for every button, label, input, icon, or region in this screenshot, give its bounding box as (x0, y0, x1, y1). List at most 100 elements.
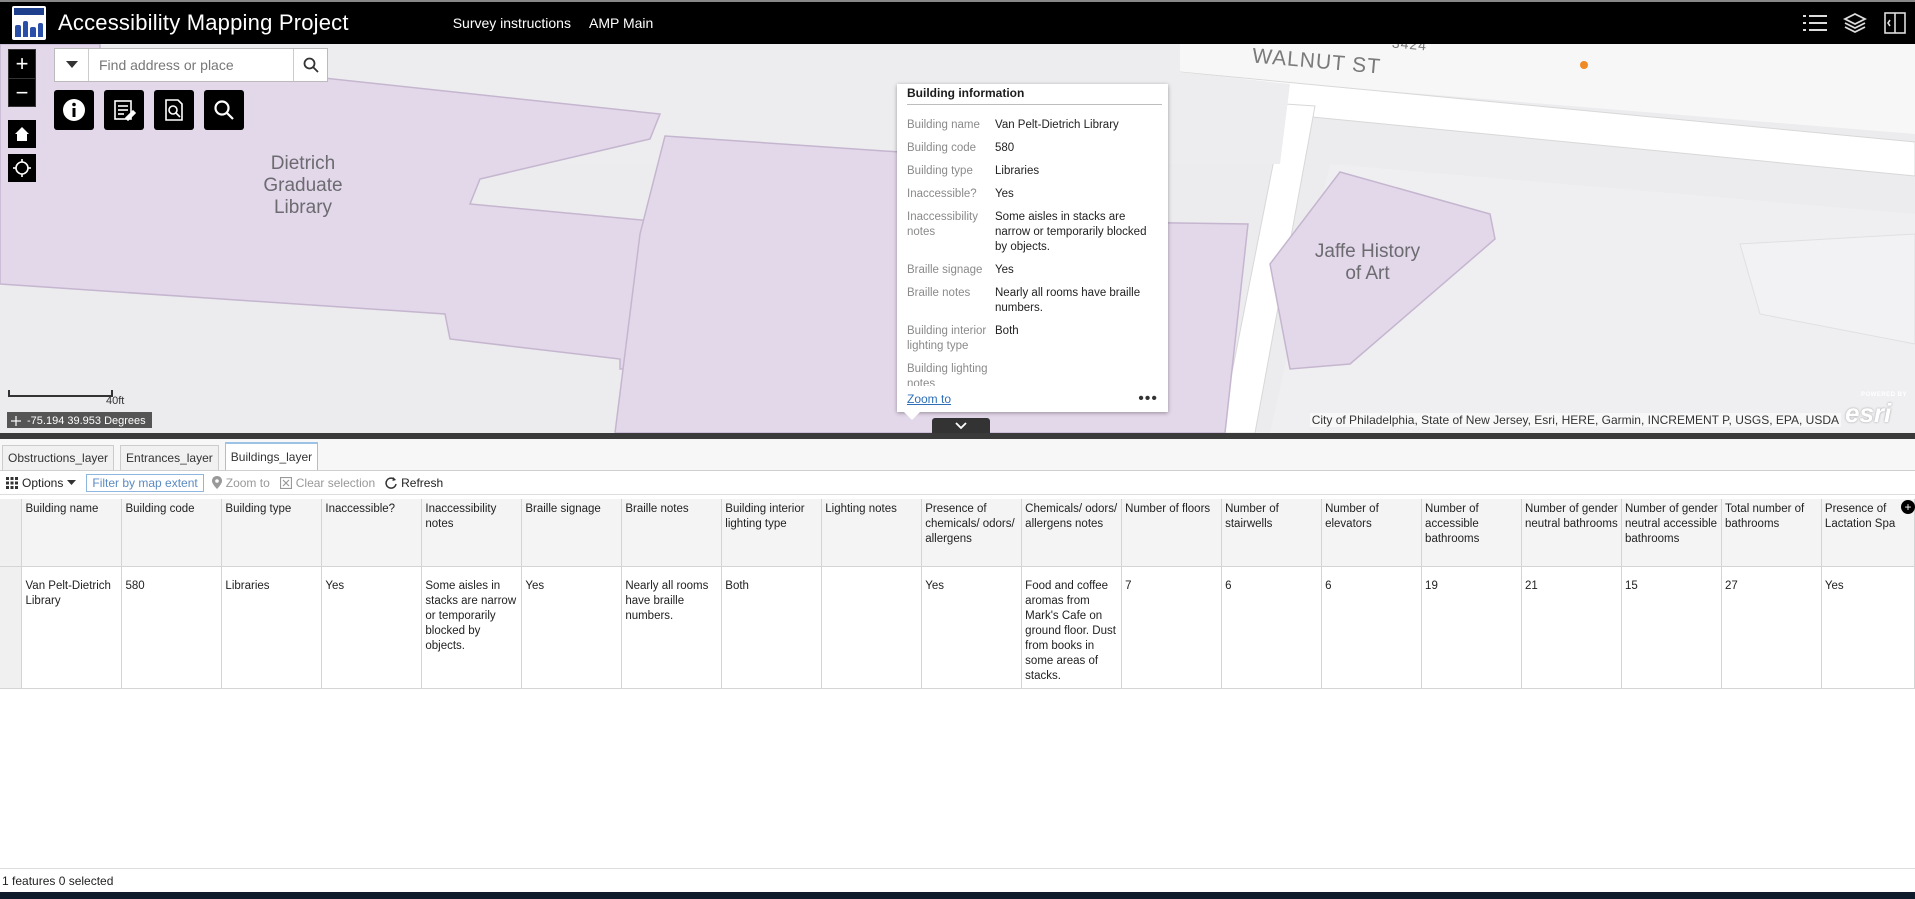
refresh-button[interactable]: Refresh (385, 476, 443, 490)
column-header[interactable]: Chemicals/ odors/ allergens notes (1021, 499, 1123, 567)
popup-value: Both (995, 325, 1019, 337)
taskbar-strip (0, 892, 1915, 899)
popup-row: Building name Van Pelt-Dietrich Library (907, 118, 1158, 133)
attribute-table-panel: Obstructions_layer Entrances_layer Build… (0, 439, 1915, 892)
column-header[interactable]: Number of floors (1121, 499, 1223, 567)
column-header[interactable]: Number of elevators (1321, 499, 1423, 567)
popup-key: Building interior lighting type (907, 325, 987, 352)
popup-value: Libraries (995, 165, 1040, 177)
popup-row: Braille signage Yes (907, 263, 1158, 278)
options-menu[interactable]: Options (6, 475, 77, 490)
chevron-down-icon (955, 422, 967, 430)
row-selector-header[interactable] (0, 499, 23, 567)
query-button[interactable] (154, 90, 194, 130)
edit-button[interactable] (104, 90, 144, 130)
search-source-dropdown[interactable] (55, 49, 89, 81)
table-cell: 19 (1421, 566, 1523, 689)
table-cell: 15 (1621, 566, 1722, 689)
column-header[interactable]: Number of accessible bathrooms (1421, 499, 1523, 567)
nav-amp-main[interactable]: AMP Main (589, 15, 653, 31)
map-label-jaffe: Jaffe History of Art (1314, 241, 1421, 284)
column-header[interactable]: Braille notes (621, 499, 723, 567)
column-header[interactable]: Presence of chemicals/ odors/ allergens (921, 499, 1023, 567)
table-toolbar: Options Filter by map extent Zoom to Cle… (0, 471, 1915, 495)
about-button[interactable] (54, 90, 94, 130)
column-header[interactable]: Building code (121, 499, 223, 567)
table-row[interactable]: Van Pelt-Dietrich Library 580 Libraries … (0, 566, 1915, 689)
popup-row: Braille notes Nearly all rooms have brail… (907, 286, 1158, 316)
search-tool-button[interactable] (204, 90, 244, 130)
table-cell: 6 (1221, 566, 1323, 689)
table-cell: Food and coffee aromas from Mark's Cafe … (1021, 566, 1123, 689)
popup-value: Some aisles in stacks are narrow or temp… (995, 211, 1147, 253)
clear-selection-button[interactable]: Clear selection (279, 475, 376, 490)
attribute-table-toggle[interactable] (932, 418, 990, 433)
crosshair-icon (11, 415, 21, 426)
table-cell: Some aisles in stacks are narrow or temp… (421, 566, 523, 689)
column-header[interactable]: Total number of bathrooms (1721, 499, 1822, 567)
popup-value: Van Pelt-Dietrich Library (995, 119, 1119, 131)
map-label-dietrich: Dietrich Graduate Library (263, 153, 343, 218)
column-header[interactable]: Number of stairwells (1221, 499, 1323, 567)
popup-value: 580 (995, 142, 1015, 154)
table-header-row: Building name Building code Building typ… (0, 499, 1915, 567)
map-view[interactable]: WALNUT ST 3424 Dietrich Graduate Library… (0, 44, 1915, 433)
column-header[interactable]: Inaccessibility notes (421, 499, 523, 567)
home-button[interactable] (8, 120, 36, 148)
table-cell: 7 (1121, 566, 1223, 689)
app-header: Accessibility Mapping Project Survey ins… (0, 0, 1915, 44)
tab-entrances-layer[interactable]: Entrances_layer (120, 445, 219, 470)
column-header[interactable]: Building interior lighting type (721, 499, 823, 567)
table-cell: Yes (521, 566, 623, 689)
refresh-label: Refresh (401, 475, 444, 490)
popup-key: Braille notes (907, 287, 971, 299)
tab-obstructions-layer[interactable]: Obstructions_layer (2, 445, 115, 470)
clear-selection-label: Clear selection (295, 475, 376, 490)
info-icon (63, 99, 85, 121)
column-header[interactable]: Building type (221, 499, 323, 567)
zoom-to-button[interactable]: Zoom to (211, 476, 270, 490)
table-cell: Nearly all rooms have braille numbers. (621, 566, 723, 689)
zoom-control: + − (8, 49, 36, 107)
popup-row: Building interior lighting type Both (907, 324, 1158, 354)
popup-more-button[interactable]: ••• (1138, 390, 1158, 408)
row-selector[interactable] (0, 566, 23, 689)
column-header[interactable]: Building name (21, 499, 123, 567)
column-header[interactable]: Braille signage (521, 499, 623, 567)
tab-buildings-layer[interactable]: Buildings_layer (224, 442, 319, 470)
popup-key: Inaccessibility notes (907, 211, 978, 238)
search-input[interactable] (89, 49, 293, 81)
zoom-in-button[interactable]: + (9, 50, 35, 78)
filter-by-map-extent-button[interactable]: Filter by map extent (86, 473, 204, 492)
edit-form-icon (114, 100, 136, 122)
search-button[interactable] (293, 49, 327, 81)
legend-icon[interactable] (1795, 2, 1835, 44)
query-icon (165, 99, 183, 121)
options-label: Options (22, 475, 64, 490)
panel-toggle-icon[interactable] (1875, 2, 1915, 44)
locate-button[interactable] (8, 154, 36, 182)
locate-icon (13, 159, 31, 177)
table-cell: 580 (121, 566, 223, 689)
magnifier-icon (214, 100, 234, 120)
popup-zoom-to-link[interactable]: Zoom to (907, 392, 951, 406)
column-header[interactable]: Lighting notes (821, 499, 923, 567)
nav-survey-instructions[interactable]: Survey instructions (453, 15, 571, 31)
layer-tabs: Obstructions_layer Entrances_layer Build… (0, 439, 1915, 471)
popup-key: Building type (907, 165, 973, 177)
column-header[interactable]: Inaccessible? (321, 499, 423, 567)
popup-row: Inaccessible? Yes (907, 187, 1158, 202)
column-header[interactable]: Number of gender neutral bathrooms (1521, 499, 1622, 567)
coordinate-readout[interactable]: -75.194 39.953 Degrees (7, 412, 152, 428)
zoom-out-button[interactable]: − (9, 78, 35, 106)
table-cell: Van Pelt-Dietrich Library (21, 566, 123, 689)
app-logo (12, 6, 46, 40)
caret-down-icon (67, 479, 77, 485)
column-chooser-button[interactable]: + (1901, 500, 1915, 514)
refresh-icon (385, 476, 397, 489)
popup-key: Building name (907, 119, 980, 131)
layers-icon[interactable] (1835, 2, 1875, 44)
scale-bar (8, 390, 113, 397)
search-widget (54, 48, 328, 82)
column-header[interactable]: Number of gender neutral accessible bath… (1621, 499, 1722, 567)
